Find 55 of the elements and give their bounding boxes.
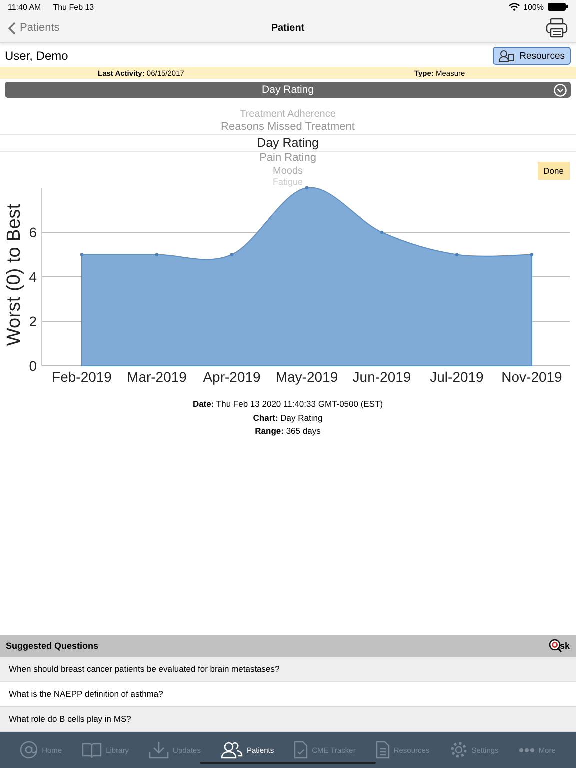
x-tick-label: May-2019 bbox=[276, 369, 338, 385]
nav-title: Patient bbox=[271, 22, 305, 34]
y-tick-label: 2 bbox=[29, 314, 37, 330]
chart-dropdown[interactable]: Day Rating bbox=[5, 82, 571, 98]
chart-info-line: Date: Thu Feb 13 2020 11:40:33 GMT-0500 (EST) bbox=[192, 398, 384, 411]
chevron-down-icon bbox=[554, 84, 567, 96]
data-point bbox=[530, 253, 534, 256]
status-date: Thu Feb 13 bbox=[53, 2, 94, 12]
patient-name: User, Demo bbox=[5, 49, 68, 63]
x-tick-label: Feb-2019 bbox=[52, 369, 112, 385]
y-axis-label: Worst (0) to Best bbox=[4, 204, 25, 346]
x-tick-label: Jul-2019 bbox=[430, 369, 484, 385]
people-icon bbox=[220, 741, 243, 759]
logo-text: sk bbox=[560, 641, 570, 651]
document-icon bbox=[376, 741, 390, 759]
status-time: 11:40 AM bbox=[8, 2, 42, 12]
question-item[interactable]: What role do B cells play in MS? bbox=[0, 707, 576, 732]
picker-option[interactable]: Day Rating bbox=[0, 134, 576, 152]
x-tick-label: Apr-2019 bbox=[203, 369, 261, 385]
more-icon bbox=[518, 748, 535, 752]
gear-icon bbox=[450, 741, 468, 759]
battery-percent: 100% bbox=[524, 2, 544, 12]
data-point bbox=[230, 253, 234, 256]
x-tick-label: Mar-2019 bbox=[127, 369, 187, 385]
chart-info-line: Chart: Day Rating bbox=[252, 412, 324, 425]
resources-button[interactable]: Resources bbox=[492, 47, 571, 65]
x-tick-label: Nov-2019 bbox=[502, 369, 562, 385]
download-icon bbox=[149, 741, 170, 759]
wifi-icon bbox=[508, 3, 520, 11]
battery-icon bbox=[548, 3, 568, 11]
chart-info-line: Range: 365 days bbox=[254, 425, 322, 438]
y-tick-label: 4 bbox=[29, 269, 37, 285]
y-tick-label: 0 bbox=[29, 358, 37, 374]
person-icon bbox=[498, 50, 515, 62]
x-tick-label: Jun-2019 bbox=[352, 369, 412, 385]
picker-option[interactable]: Pain Rating bbox=[260, 152, 316, 165]
data-point bbox=[80, 253, 84, 256]
book-icon bbox=[82, 742, 102, 758]
picker-option[interactable]: Treatment Adherence bbox=[240, 108, 336, 121]
data-point bbox=[380, 230, 384, 234]
y-tick-label: 6 bbox=[29, 224, 37, 240]
data-point bbox=[155, 253, 159, 256]
data-point bbox=[455, 253, 459, 256]
picker-option[interactable]: Reasons Missed Treatment bbox=[221, 121, 355, 134]
question-item[interactable]: When should breast cancer patients be evaluated for brain metastases? bbox=[0, 657, 576, 682]
printer-icon[interactable] bbox=[546, 18, 568, 38]
magnifier-logo-icon bbox=[548, 639, 562, 653]
back-button[interactable]: Patients bbox=[8, 22, 60, 34]
done-button[interactable]: Done bbox=[538, 162, 570, 180]
data-point bbox=[305, 186, 309, 190]
chevron-left-icon bbox=[8, 22, 16, 34]
at-sign-icon bbox=[20, 741, 38, 759]
picker-option[interactable]: Moods bbox=[272, 165, 303, 178]
document-check-icon bbox=[294, 741, 308, 759]
suggested-questions-title: Suggested Questions bbox=[6, 641, 99, 651]
